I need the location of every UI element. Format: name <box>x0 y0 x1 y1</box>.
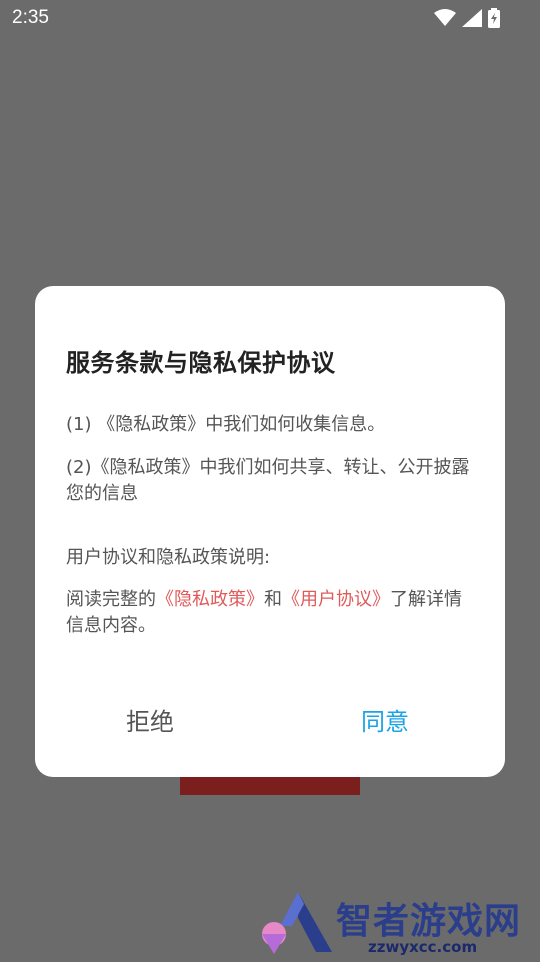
dialog-body: (1) 《隐私政策》中我们如何收集信息。 (2)《隐私政策》中我们如何共享、转让… <box>66 412 478 639</box>
terms-dialog: 服务条款与隐私保护协议 (1) 《隐私政策》中我们如何收集信息。 (2)《隐私政… <box>35 286 505 777</box>
status-bar: 2:35 <box>0 0 540 38</box>
status-icons <box>434 8 500 32</box>
status-time: 2:35 <box>12 7 49 28</box>
notice-heading: 用户协议和隐私政策说明: <box>66 547 271 568</box>
wifi-icon <box>434 9 456 31</box>
privacy-item-collect: (1) 《隐私政策》中我们如何收集信息。 <box>66 414 386 435</box>
user-agreement-link[interactable]: 《用户协议》 <box>282 589 390 610</box>
read-prefix: 阅读完整的 <box>66 589 156 610</box>
read-notice: 阅读完整的《隐私政策》和《用户协议》了解详情信息内容。 <box>66 587 478 639</box>
reject-button[interactable]: 拒绝 <box>126 702 174 737</box>
watermark: 智者游戏网 zzwyxcc.com <box>258 890 540 960</box>
agree-button[interactable]: 同意 <box>361 702 409 737</box>
watermark-name: 智者游戏网 <box>336 901 522 942</box>
privacy-policy-link[interactable]: 《隐私政策》 <box>156 589 264 610</box>
signal-icon <box>462 9 482 31</box>
dialog-title: 服务条款与隐私保护协议 <box>66 349 336 377</box>
privacy-item-share: (2)《隐私政策》中我们如何共享、转让、公开披露您的信息 <box>66 457 470 504</box>
watermark-logo-icon <box>258 890 332 962</box>
and-text: 和 <box>264 589 282 610</box>
battery-charging-icon <box>488 8 500 32</box>
watermark-url: zzwyxcc.com <box>368 938 478 956</box>
